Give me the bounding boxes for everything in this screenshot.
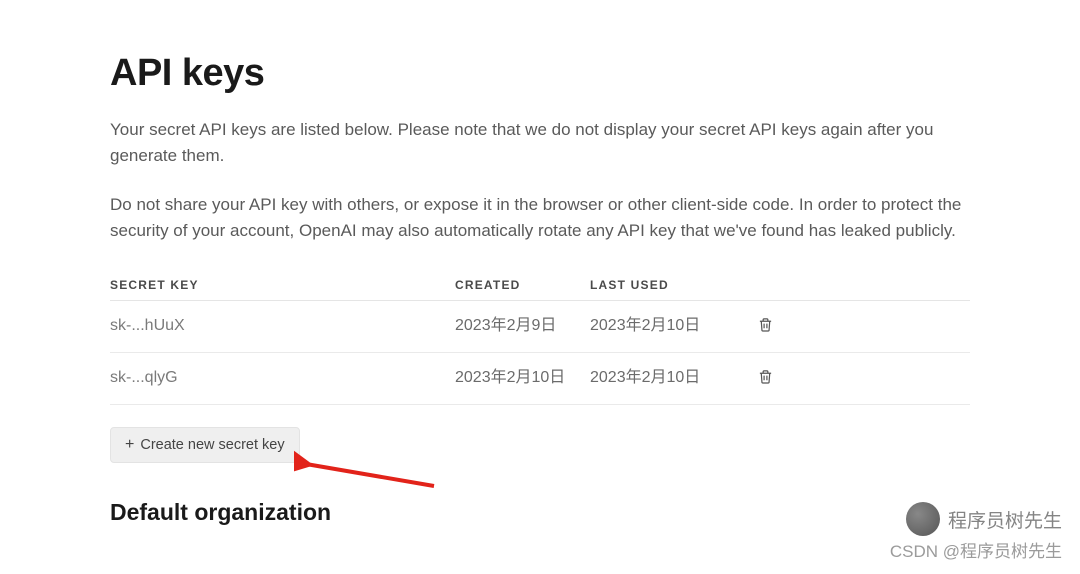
cell-last-used: 2023年2月10日: [590, 316, 745, 337]
cell-last-used: 2023年2月10日: [590, 368, 745, 389]
table-header-row: SECRET KEY CREATED LAST USED: [110, 270, 970, 301]
column-header-secret-key: SECRET KEY: [110, 278, 455, 292]
create-button-label: Create new secret key: [140, 437, 284, 453]
watermark-csdn: CSDN @程序员树先生: [890, 537, 1062, 562]
create-secret-key-button[interactable]: + Create new secret key: [110, 427, 300, 463]
description-paragraph-1: Your secret API keys are listed below. P…: [110, 117, 970, 170]
delete-key-button[interactable]: [756, 367, 775, 387]
column-header-last-used: LAST USED: [590, 278, 745, 292]
page-title: API keys: [110, 52, 970, 95]
table-row: sk-...qlyG 2023年2月10日 2023年2月10日: [110, 353, 970, 405]
api-keys-table: SECRET KEY CREATED LAST USED sk-...hUuX …: [110, 270, 970, 405]
trash-icon: [758, 317, 773, 333]
plus-icon: +: [125, 437, 134, 453]
column-header-created: CREATED: [455, 278, 590, 292]
description-paragraph-2: Do not share your API key with others, o…: [110, 192, 970, 245]
default-organization-heading: Default organization: [110, 499, 970, 526]
cell-created: 2023年2月10日: [455, 368, 590, 389]
delete-key-button[interactable]: [756, 315, 775, 335]
cell-secret-key: sk-...hUuX: [110, 316, 455, 337]
cell-secret-key: sk-...qlyG: [110, 368, 455, 389]
cell-created: 2023年2月9日: [455, 316, 590, 337]
avatar-icon: [906, 502, 940, 536]
watermark-text-1: 程序员树先生: [948, 506, 1062, 533]
watermark-wechat: 程序员树先生: [906, 502, 1062, 536]
table-row: sk-...hUuX 2023年2月9日 2023年2月10日: [110, 301, 970, 353]
trash-icon: [758, 369, 773, 385]
